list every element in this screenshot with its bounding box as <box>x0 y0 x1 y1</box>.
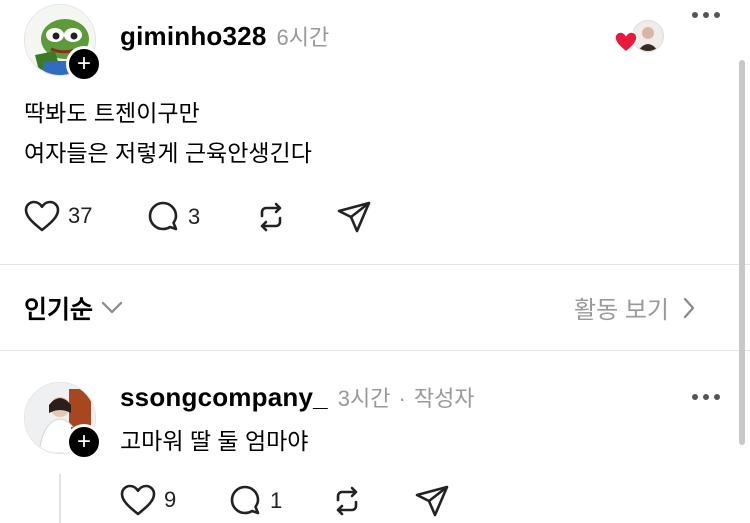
follow-plus-icon[interactable]: + <box>66 46 102 82</box>
share-icon <box>415 485 449 517</box>
reply-avatar[interactable]: + <box>24 382 102 460</box>
repost-icon <box>260 202 282 232</box>
post-username[interactable]: giminho328 <box>120 21 266 52</box>
post-repost-button[interactable] <box>254 200 288 234</box>
meta-separator: · <box>398 386 406 411</box>
post-avatar[interactable]: + <box>24 4 102 82</box>
comment-icon <box>230 485 260 515</box>
heart-icon <box>120 484 156 516</box>
sort-dropdown[interactable]: 인기순 <box>24 290 123 326</box>
post-reply-count: 3 <box>188 204 201 229</box>
repost-icon <box>336 486 358 516</box>
sort-label: 인기순 <box>24 296 94 324</box>
post-like-count: 37 <box>68 203 93 228</box>
post-more-icon[interactable] <box>692 12 720 18</box>
sort-divider <box>0 350 750 351</box>
reply-reply-button[interactable]: 1 <box>228 484 282 518</box>
heart-badge-icon <box>614 31 638 53</box>
post-time: 6시간 <box>276 25 330 50</box>
reply-reply-count: 1 <box>270 488 283 513</box>
author-badge: 작성자 <box>413 386 475 411</box>
post-text-line-2: 여자들은 저렇게 근육안생긴다 <box>24 140 312 166</box>
post-divider <box>0 264 750 265</box>
comment-icon <box>148 201 178 231</box>
reply-share-button[interactable] <box>414 484 450 518</box>
post-share-button[interactable] <box>336 200 372 234</box>
reply-like-count: 9 <box>164 487 177 512</box>
chevron-right-icon <box>683 297 695 318</box>
reply-text: 고마워 딸 둘 엄마야 <box>120 428 309 454</box>
reply-more-icon[interactable] <box>692 394 720 400</box>
view-activity-link[interactable]: 활동 보기 <box>574 290 695 325</box>
post-reply-button[interactable]: 3 <box>146 200 200 234</box>
scrollbar[interactable] <box>739 60 745 445</box>
reply-time: 3시간 <box>337 386 391 411</box>
reply-repost-button[interactable] <box>330 484 364 518</box>
share-icon <box>337 201 371 233</box>
thread-line <box>59 474 61 523</box>
heart-icon <box>24 200 60 232</box>
follow-plus-icon[interactable]: + <box>66 424 102 460</box>
post-text-line-1: 딱봐도 트젠이구만 <box>24 100 200 126</box>
reply-like-button[interactable]: 9 <box>120 484 176 516</box>
reply-username[interactable]: ssongcompany_ <box>120 382 328 413</box>
post-like-button[interactable]: 37 <box>24 200 92 232</box>
chevron-down-icon <box>101 301 123 314</box>
view-activity-label: 활동 보기 <box>574 297 669 324</box>
liked-by-avatars[interactable] <box>614 20 664 54</box>
